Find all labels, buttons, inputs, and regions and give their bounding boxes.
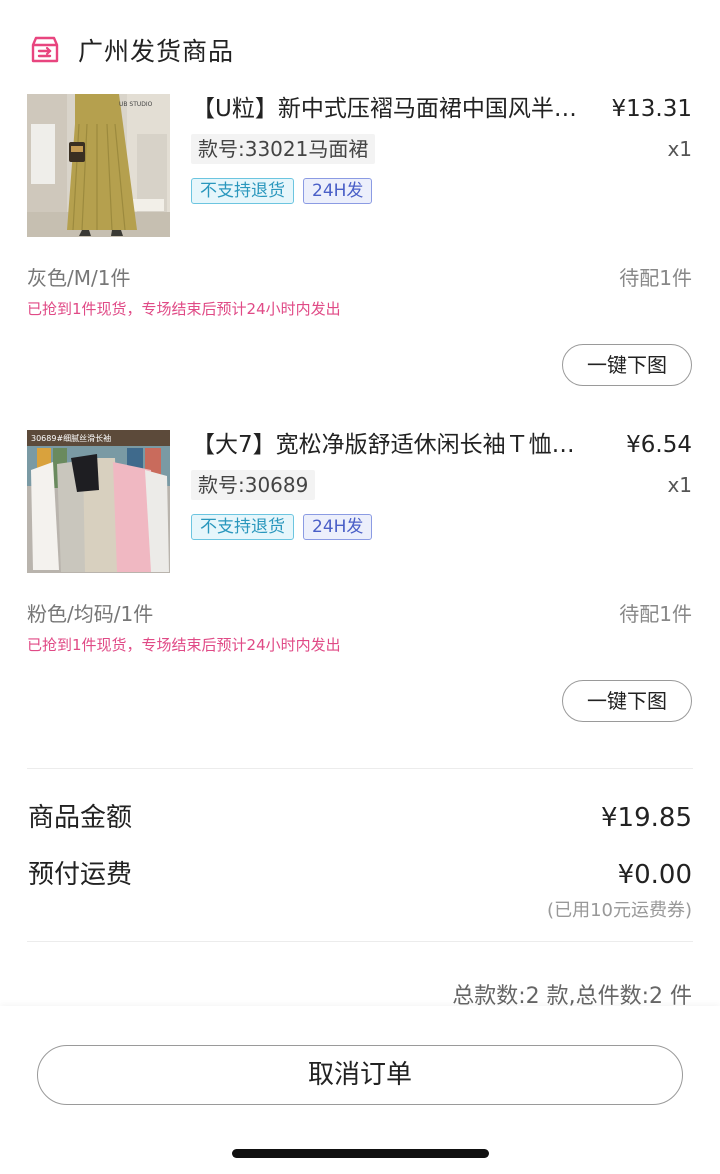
pending-status: 待配1件 bbox=[619, 602, 692, 626]
product-price: ¥6.54 bbox=[626, 432, 692, 458]
totals-divider bbox=[27, 941, 693, 942]
product-style-code: 款号:30689 bbox=[191, 470, 316, 500]
goods-amount-value: ¥19.85 bbox=[601, 803, 692, 833]
stock-note: 已抢到1件现货，专场结束后预计24小时内发出 bbox=[27, 300, 341, 318]
order-detail-page: 广州发货商品 UB STUDIO 【U粒】新中式压褶马面裙中国风半… ¥13.3… bbox=[0, 0, 720, 1174]
ship-24h-tag: 24H发 bbox=[303, 514, 373, 540]
shipping-fee-value: ¥0.00 bbox=[617, 860, 692, 890]
goods-amount-label: 商品金额 bbox=[28, 803, 133, 833]
product-image[interactable]: UB STUDIO bbox=[27, 94, 170, 237]
svg-text:UB STUDIO: UB STUDIO bbox=[119, 101, 153, 108]
long-sleeve-tshirts-photo: 30689#细腻丝滑长袖 bbox=[27, 430, 170, 573]
summary-divider bbox=[27, 768, 693, 769]
one-click-order-button[interactable]: 一键下图 bbox=[562, 680, 692, 722]
product-quantity: x1 bbox=[667, 473, 692, 497]
no-return-tag: 不支持退货 bbox=[191, 178, 294, 204]
product-spec: 灰色/M/1件 bbox=[27, 266, 131, 290]
product-price: ¥13.31 bbox=[611, 96, 692, 122]
cancel-order-button[interactable]: 取消订单 bbox=[37, 1045, 683, 1105]
khaki-skirt-photo: UB STUDIO bbox=[27, 94, 170, 237]
stock-note: 已抢到1件现货，专场结束后预计24小时内发出 bbox=[27, 636, 341, 654]
shipping-box-icon bbox=[31, 36, 59, 63]
product-style-code: 款号:33021马面裙 bbox=[191, 134, 376, 164]
product-spec: 粉色/均码/1件 bbox=[27, 602, 154, 626]
home-indicator bbox=[232, 1149, 489, 1158]
image-caption: 30689#细腻丝滑长袖 bbox=[31, 433, 111, 443]
ship-24h-tag: 24H发 bbox=[303, 178, 373, 204]
product-title[interactable]: 【U粒】新中式压褶马面裙中国风半… bbox=[192, 94, 607, 124]
shipping-origin-header: 广州发货商品 bbox=[28, 30, 234, 70]
shipping-fee-label: 预付运费 bbox=[28, 860, 133, 890]
product-title[interactable]: 【大7】宽松净版舒适休闲长袖Ｔ恤… bbox=[192, 430, 607, 460]
no-return-tag: 不支持退货 bbox=[191, 514, 294, 540]
product-quantity: x1 bbox=[667, 137, 692, 161]
shipping-coupon-note: (已用10元运费券) bbox=[547, 900, 692, 921]
product-tags: 不支持退货 24H发 bbox=[191, 178, 373, 204]
product-image[interactable]: 30689#细腻丝滑长袖 bbox=[27, 430, 170, 573]
one-click-order-button[interactable]: 一键下图 bbox=[562, 344, 692, 386]
pending-status: 待配1件 bbox=[619, 266, 692, 290]
page-section-title: 广州发货商品 bbox=[78, 37, 235, 66]
product-tags: 不支持退货 24H发 bbox=[191, 514, 373, 540]
